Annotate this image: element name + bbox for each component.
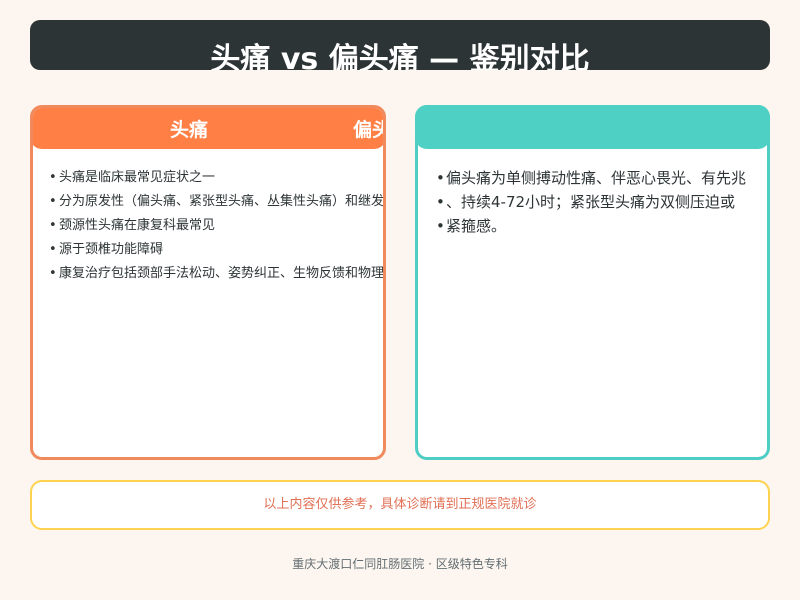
list-item: • 头痛是临床最常见症状之一 bbox=[49, 166, 383, 190]
bullet-icon: • bbox=[49, 218, 57, 233]
migraine-panel-header bbox=[415, 105, 770, 149]
bullet-icon: • bbox=[436, 217, 445, 235]
headache-panel-title: 头痛 bbox=[170, 119, 209, 141]
list-item: • 源于颈椎功能障碍 bbox=[49, 238, 383, 262]
list-item: • 康复治疗包括颈部手法松动、姿势纠正、生物反馈和物理治疗 bbox=[49, 262, 383, 286]
list-item: •偏头痛为单侧搏动性痛、伴恶心畏光、有先兆 bbox=[436, 166, 767, 190]
migraine-list: •偏头痛为单侧搏动性痛、伴恶心畏光、有先兆 •、持续4-72小时；紧张型头痛为双… bbox=[436, 166, 767, 238]
disclaimer-notice: 以上内容仅供参考，具体诊断请到正规医院就诊 bbox=[30, 480, 770, 530]
migraine-panel-title-overflow: 偏头痛 bbox=[353, 119, 383, 141]
bullet-icon: • bbox=[49, 242, 57, 257]
footer-text: 重庆大渡口仁同肛肠医院 · 区级特色专科 bbox=[292, 557, 508, 571]
bullet-icon: • bbox=[436, 193, 445, 211]
list-item: •紧箍感。 bbox=[436, 214, 767, 238]
migraine-panel: •偏头痛为单侧搏动性痛、伴恶心畏光、有先兆 •、持续4-72小时；紧张型头痛为双… bbox=[415, 105, 770, 460]
headache-panel-header: 头痛 偏头痛 bbox=[33, 108, 383, 149]
page-title: 头痛 vs 偏头痛 — 鉴别对比 bbox=[210, 42, 590, 70]
title-bar: 头痛 vs 偏头痛 — 鉴别对比 bbox=[30, 20, 770, 70]
list-item: • 颈源性头痛在康复科最常见 bbox=[49, 214, 383, 238]
list-item: • 分为原发性（偏头痛、紧张型头痛、丛集性头痛）和继发性 bbox=[49, 190, 383, 214]
list-item: •、持续4-72小时；紧张型头痛为双侧压迫或 bbox=[436, 190, 767, 214]
bullet-icon: • bbox=[49, 266, 57, 281]
headache-list: • 头痛是临床最常见症状之一 • 分为原发性（偏头痛、紧张型头痛、丛集性头痛）和继发… bbox=[49, 166, 383, 286]
bullet-icon: • bbox=[436, 169, 445, 187]
headache-panel: 头痛 偏头痛 •头痛是临床最常见症状之一 •分为原发性（偏头痛、紧张型头痛、丛集… bbox=[30, 105, 386, 460]
bullet-icon: • bbox=[49, 194, 57, 209]
bullet-icon: • bbox=[49, 170, 57, 185]
